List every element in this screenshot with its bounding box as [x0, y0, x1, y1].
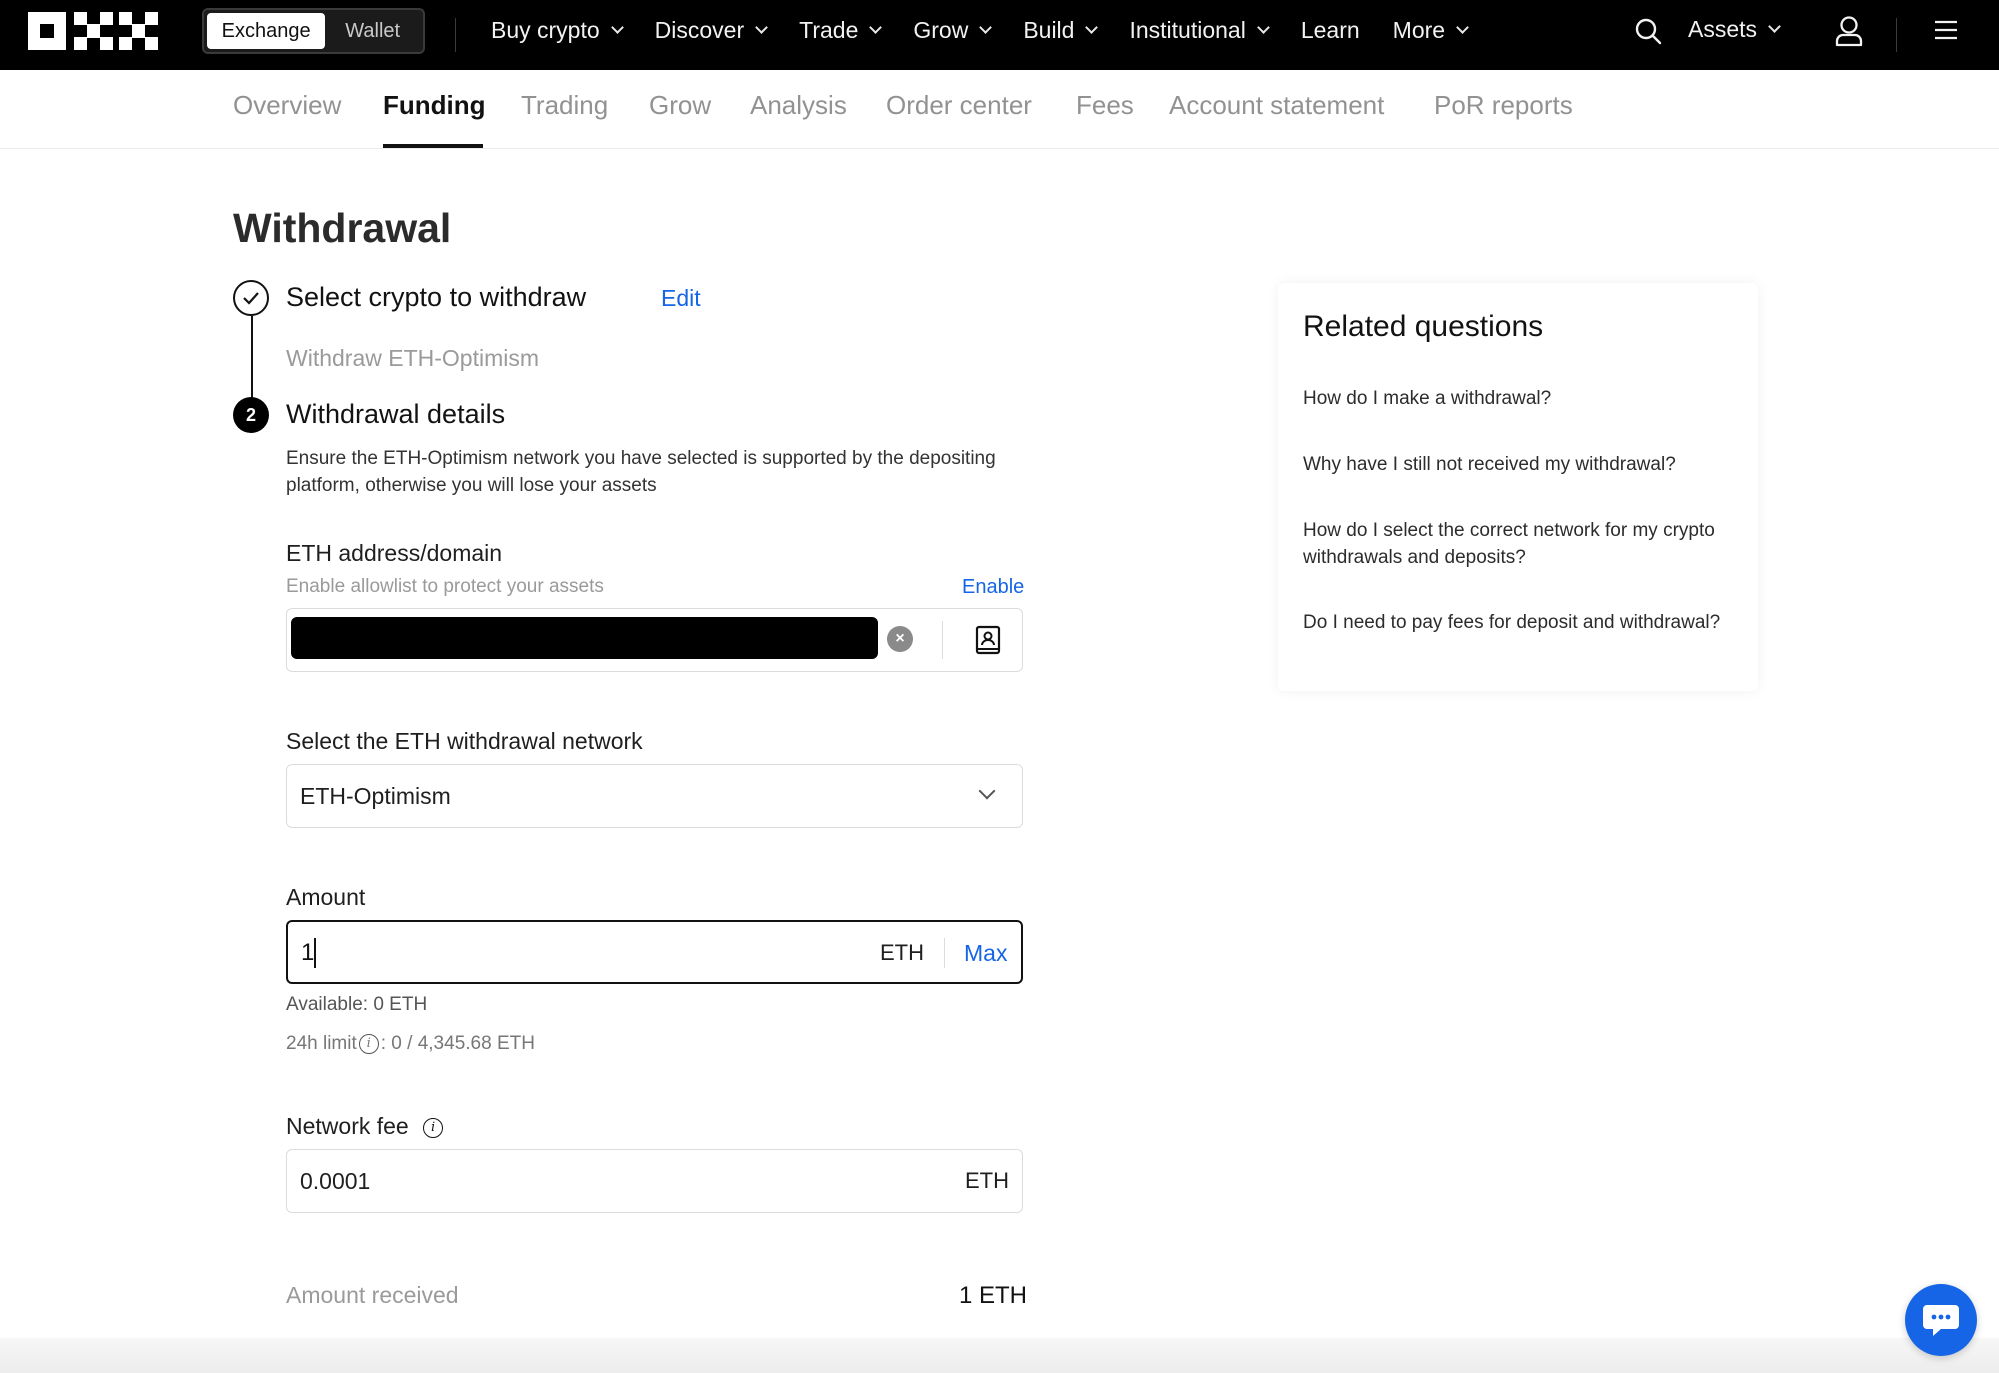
limit-label: 24h limit [286, 1033, 357, 1054]
search-icon[interactable] [1633, 16, 1663, 46]
info-icon[interactable]: i [358, 1033, 379, 1054]
amount-label: Amount [286, 884, 366, 910]
okx-logo[interactable] [28, 12, 158, 50]
nav-discover[interactable]: Discover [654, 16, 768, 44]
address-book-icon[interactable] [975, 625, 1001, 660]
divider [942, 621, 943, 659]
network-fee-field: 0.0001 ETH [286, 1149, 1023, 1213]
exchange-toggle-button[interactable]: Exchange [207, 13, 326, 49]
nav-label: Discover [654, 16, 745, 43]
limit-value: : 0 / 4,345.68 ETH [380, 1033, 535, 1054]
user-profile-icon[interactable] [1832, 14, 1866, 48]
chevron-down-icon [1256, 20, 1270, 34]
tab-order-center[interactable]: Order center [886, 90, 1032, 121]
nav-label: Build [1023, 16, 1075, 43]
divider [1896, 18, 1897, 52]
tab-account-statement[interactable]: Account statement [1169, 90, 1384, 121]
chevron-down-icon [755, 20, 768, 34]
address-label: ETH address/domain [286, 540, 503, 566]
daily-limit: 24h limit i: 0 / 4,345.68 ETH [286, 1033, 535, 1055]
available-balance: Available: 0 ETH [286, 994, 428, 1015]
tab-funding[interactable]: Funding [383, 90, 486, 121]
hamburger-menu-icon[interactable] [1934, 18, 1958, 42]
top-navbar: Exchange Wallet Buy crypto Discover Trad… [0, 0, 1999, 70]
support-chat-button[interactable] [1905, 1284, 1977, 1356]
step1-subtitle: Withdraw ETH-Optimism [286, 345, 540, 371]
step2-title: Withdrawal details [286, 399, 506, 429]
network-fee-unit: ETH [965, 1168, 1009, 1193]
address-input[interactable]: × [286, 608, 1023, 672]
chevron-down-icon [979, 20, 993, 34]
assets-label: Assets [1688, 16, 1758, 42]
network-select-value: ETH-Optimism [300, 783, 451, 809]
step2-number-badge: 2 [233, 397, 269, 433]
amount-input[interactable]: 1 ETH Max [286, 920, 1023, 984]
network-select[interactable]: ETH-Optimism [286, 764, 1023, 828]
divider [455, 18, 456, 52]
related-questions-title: Related questions [1303, 310, 1544, 343]
tab-por-reports[interactable]: PoR reports [1434, 90, 1573, 121]
wallet-toggle-button[interactable]: Wallet [325, 13, 420, 49]
account-subtabs: Overview Funding Trading Grow Analysis O… [0, 70, 1999, 149]
amount-received-label: Amount received [286, 1282, 459, 1308]
max-button[interactable]: Max [964, 940, 1007, 967]
nav-more[interactable]: More [1392, 16, 1469, 44]
active-tab-indicator [383, 144, 483, 148]
amount-value: 1 [301, 939, 315, 966]
allowlist-hint: Enable allowlist to protect your assets [286, 576, 604, 597]
assets-menu[interactable]: Assets [1688, 16, 1781, 43]
bottom-bar [0, 1338, 1999, 1373]
amount-received-value: 1 ETH [959, 1282, 1028, 1309]
chevron-down-icon [978, 782, 996, 800]
nav-trade[interactable]: Trade [799, 16, 883, 44]
text-cursor [314, 938, 316, 968]
related-question-link[interactable]: How do I make a withdrawal? [1303, 385, 1723, 412]
edit-crypto-link[interactable]: Edit [661, 285, 701, 312]
nav-label: Grow [913, 16, 969, 43]
redacted-address [291, 617, 878, 659]
clear-input-icon[interactable]: × [887, 626, 913, 652]
related-question-link[interactable]: Why have I still not received my withdra… [1303, 451, 1723, 478]
main-nav: Buy crypto Discover Trade Grow Build Ins… [491, 0, 1500, 60]
chevron-down-icon [1085, 20, 1099, 34]
nav-label: Trade [799, 16, 859, 43]
network-label: Select the ETH withdrawal network [286, 728, 643, 754]
exchange-wallet-toggle: Exchange Wallet [202, 8, 425, 54]
info-icon[interactable]: i [423, 1117, 444, 1138]
nav-grow[interactable]: Grow [913, 16, 993, 44]
tab-grow[interactable]: Grow [649, 90, 711, 121]
chevron-down-icon [610, 20, 624, 34]
related-question-link[interactable]: Do I need to pay fees for deposit and wi… [1303, 609, 1723, 636]
amount-unit: ETH [880, 940, 924, 965]
related-questions-panel: Related questions How do I make a withdr… [1278, 283, 1758, 691]
nav-buy-crypto[interactable]: Buy crypto [491, 16, 624, 44]
network-fee-label-row: Network fee i [286, 1113, 445, 1140]
tab-fees[interactable]: Fees [1076, 90, 1134, 121]
nav-institutional[interactable]: Institutional [1129, 16, 1270, 44]
nav-label: More [1392, 16, 1446, 43]
chevron-down-icon [1456, 20, 1469, 34]
chat-bubble-icon [1923, 1305, 1959, 1336]
related-question-link[interactable]: How do I select the correct network for … [1303, 517, 1723, 571]
nav-label: Learn [1300, 16, 1360, 43]
tab-trading[interactable]: Trading [521, 90, 608, 121]
step-connector [251, 316, 253, 398]
nav-build[interactable]: Build [1023, 16, 1099, 44]
chevron-down-icon [1768, 20, 1781, 33]
tab-analysis[interactable]: Analysis [750, 90, 847, 121]
network-fee-label: Network fee [286, 1113, 409, 1139]
step-complete-check-icon [233, 280, 269, 316]
nav-label: Institutional [1129, 16, 1246, 43]
enable-allowlist-link[interactable]: Enable [962, 576, 1024, 599]
page-title: Withdrawal [233, 205, 452, 251]
nav-learn[interactable]: Learn [1301, 17, 1360, 44]
network-fee-value: 0.0001 [300, 1168, 371, 1194]
nav-label: Buy crypto [491, 16, 600, 43]
chevron-down-icon [869, 20, 883, 34]
step1-title: Select crypto to withdraw [286, 282, 587, 312]
tab-overview[interactable]: Overview [233, 90, 341, 121]
divider [944, 938, 945, 968]
network-warning-text: Ensure the ETH-Optimism network you have… [286, 448, 996, 496]
